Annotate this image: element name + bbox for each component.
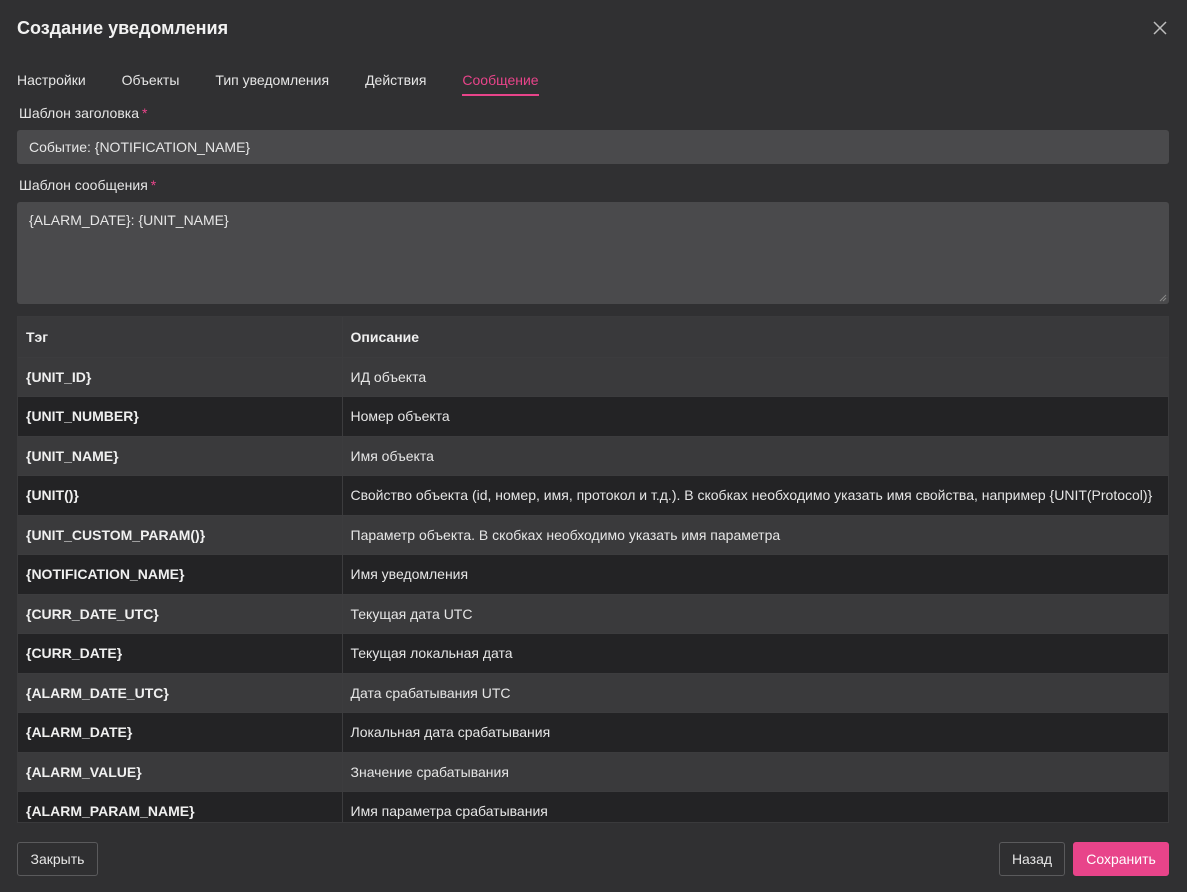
column-header-tag: Тэг	[18, 317, 343, 358]
table-row: {ALARM_PARAM_NAME} Имя параметра срабатыв…	[18, 791, 1168, 822]
description-cell: Имя объекта	[342, 436, 1168, 476]
tab-notification-type[interactable]: Тип уведомления	[215, 70, 329, 98]
tag-cell: {ALARM_PARAM_NAME}	[18, 791, 343, 822]
tab-actions[interactable]: Действия	[365, 70, 426, 98]
tab-bar: Настройки Объекты Тип уведомления Действ…	[17, 70, 575, 98]
resize-handle-icon[interactable]	[1159, 294, 1167, 302]
table-row: {UNIT_CUSTOM_PARAM()} Параметр объекта. В…	[18, 515, 1168, 555]
tag-cell: {UNIT_NUMBER}	[18, 396, 343, 437]
tag-cell: {ALARM_DATE_UTC}	[18, 673, 343, 713]
header-template-label-text: Шаблон заголовка	[19, 105, 139, 121]
close-icon[interactable]	[1150, 18, 1170, 38]
tab-message[interactable]: Сообщение	[462, 70, 539, 98]
table-row: {CURR_DATE_UTC} Текущая дата UTC	[18, 594, 1168, 634]
required-mark: *	[142, 105, 148, 121]
table-row: {ALARM_VALUE} Значение срабатывания	[18, 752, 1168, 792]
table-row: {UNIT_NUMBER} Номер объекта	[18, 396, 1168, 437]
table-row: {ALARM_DATE_UTC} Дата срабатывания UTC	[18, 673, 1168, 713]
description-cell: Параметр объекта. В скобках необходимо у…	[342, 515, 1168, 555]
table-header-row: Тэг Описание	[18, 317, 1168, 358]
tab-objects[interactable]: Объекты	[122, 70, 180, 98]
header-template-input[interactable]: Событие: {NOTIFICATION_NAME}	[17, 130, 1169, 164]
description-cell: Свойство объекта (id, номер, имя, проток…	[342, 475, 1168, 516]
tag-cell: {CURR_DATE}	[18, 633, 343, 674]
table-row: {NOTIFICATION_NAME} Имя уведомления	[18, 554, 1168, 595]
message-template-textarea[interactable]: {ALARM_DATE}: {UNIT_NAME}	[17, 202, 1169, 304]
description-cell: Имя уведомления	[342, 554, 1168, 595]
table-row: {UNIT_NAME} Имя объекта	[18, 436, 1168, 476]
tag-cell: {UNIT_CUSTOM_PARAM()}	[18, 515, 343, 555]
table-row: {UNIT()} Свойство объекта (id, номер, имя…	[18, 475, 1168, 516]
description-cell: Текущая локальная дата	[342, 633, 1168, 674]
description-cell: Дата срабатывания UTC	[342, 673, 1168, 713]
header-template-label: Шаблон заголовка *	[19, 105, 147, 121]
description-cell: ИД объекта	[342, 357, 1168, 397]
save-button[interactable]: Сохранить	[1073, 842, 1169, 876]
tag-cell: {ALARM_VALUE}	[18, 752, 343, 792]
message-template-label-text: Шаблон сообщения	[19, 177, 148, 193]
table-row: {UNIT_ID} ИД объекта	[18, 357, 1168, 397]
notification-dialog: Создание уведомления Настройки Объекты Т…	[0, 0, 1187, 892]
table-row: {CURR_DATE} Текущая локальная дата	[18, 633, 1168, 674]
header-template-value: Событие: {NOTIFICATION_NAME}	[29, 139, 251, 155]
required-mark: *	[150, 177, 157, 193]
tags-table: Тэг Описание {UNIT_ID} ИД объекта {UNIT_NU…	[17, 316, 1169, 823]
description-cell: Текущая дата UTC	[342, 594, 1168, 634]
message-template-value: {ALARM_DATE}: {UNIT_NAME}	[29, 212, 229, 228]
dialog-header: Создание уведомления	[0, 0, 1187, 60]
tab-settings[interactable]: Настройки	[17, 70, 86, 98]
description-cell: Значение срабатывания	[342, 752, 1168, 792]
tag-cell: {UNIT_NAME}	[18, 436, 343, 476]
description-cell: Имя параметра срабатывания	[342, 791, 1168, 822]
tag-cell: {ALARM_DATE}	[18, 712, 343, 753]
tag-cell: {UNIT_ID}	[18, 357, 343, 397]
back-button[interactable]: Назад	[999, 842, 1065, 876]
message-template-label: Шаблон сообщения *	[19, 177, 156, 193]
tag-cell: {NOTIFICATION_NAME}	[18, 554, 343, 595]
dialog-title: Создание уведомления	[17, 18, 229, 38]
tag-cell: {UNIT()}	[18, 475, 343, 516]
tag-cell: {CURR_DATE_UTC}	[18, 594, 343, 634]
close-button[interactable]: Закрыть	[17, 842, 98, 876]
column-header-description: Описание	[342, 317, 1168, 358]
description-cell: Номер объекта	[342, 396, 1168, 437]
table-row: {ALARM_DATE} Локальная дата срабатывания	[18, 712, 1168, 753]
description-cell: Локальная дата срабатывания	[342, 712, 1168, 753]
